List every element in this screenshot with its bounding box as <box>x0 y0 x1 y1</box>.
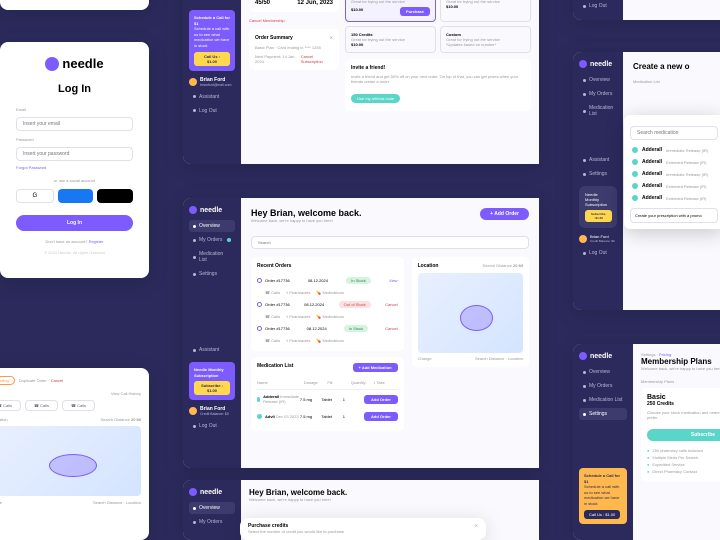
view-link[interactable]: View <box>389 278 398 283</box>
calls-tab[interactable]: ☎ Calls <box>25 400 58 411</box>
search-dropdown: AdderallImmediate Release (IR) AdderallE… <box>624 115 720 229</box>
password-input[interactable] <box>16 147 133 161</box>
nav-overview[interactable]: Overview <box>189 220 235 232</box>
logo: needle <box>579 60 617 68</box>
purchase-btn[interactable]: Purchase <box>400 7 430 16</box>
purchase-modal: Purchase credits✕ Select the number of c… <box>240 518 486 540</box>
nav-settings[interactable]: Settings <box>579 168 617 180</box>
change-link[interactable]: Change <box>0 500 2 505</box>
logo: needle <box>189 206 235 214</box>
referral-btn[interactable]: Use my referral code <box>351 94 400 103</box>
logo: needle <box>189 488 235 496</box>
cancel-link[interactable]: Cancel <box>385 326 397 331</box>
logo: needle <box>16 56 133 71</box>
nav-assistant[interactable]: Assistant <box>189 91 235 103</box>
call-us-btn[interactable]: Call Us : $1.00 <box>194 52 230 66</box>
nav-orders[interactable]: My Orders <box>579 380 627 392</box>
order-row: Order #1773608.12.2024Out of StockCancel <box>257 297 398 312</box>
call-us-btn[interactable]: Call Us : $1.00 <box>584 510 620 519</box>
greeting: Hey Brian, welcome back. <box>251 208 362 218</box>
map[interactable] <box>418 273 523 353</box>
cancel-sub[interactable]: Cancel Subscription <box>301 54 333 64</box>
nav-logout[interactable]: Log Out <box>189 420 235 432</box>
login-title: Log In <box>16 83 133 95</box>
cancel-membership[interactable]: Cancel Membership <box>249 18 339 23</box>
nav-orders[interactable]: My Orders <box>189 516 235 528</box>
search-result[interactable]: AdderallImmediate Release (IR) <box>630 144 718 156</box>
nav-orders[interactable]: My Orders <box>189 234 235 246</box>
nav-orders[interactable]: My Orders <box>579 88 617 100</box>
nav-overview[interactable]: Overview <box>189 502 235 514</box>
nav-assistant[interactable]: Assistant <box>579 154 617 166</box>
add-order-btn[interactable]: Add Order <box>364 395 397 404</box>
add-order-btn[interactable]: Add Order <box>364 412 397 421</box>
calls-tab[interactable]: ☎ Calls <box>62 400 95 411</box>
nav-settings[interactable]: Settings <box>579 408 627 420</box>
search-result[interactable]: AdderallExtended Release (IR) <box>630 180 718 192</box>
search-input[interactable] <box>251 236 529 249</box>
facebook-login[interactable] <box>58 189 94 203</box>
subscribe-btn[interactable]: Subscribe : $1.00 <box>194 381 230 395</box>
nav-overview[interactable]: Overview <box>579 74 617 86</box>
apple-login[interactable] <box>97 189 133 203</box>
med-row: Adderall Immediate Release (IR)7.5 mgTab… <box>257 390 398 408</box>
logo: needle <box>579 352 627 360</box>
nav-assistant[interactable]: Assistant <box>189 344 235 356</box>
calls-tab[interactable]: ☎ Calls <box>0 400 21 411</box>
register-link[interactable]: Register <box>89 239 104 244</box>
nav-medlist[interactable]: Medication List <box>579 102 617 120</box>
order-row: Order #1773608.12.2024In StockCancel <box>257 321 398 336</box>
close-icon[interactable]: ✕ <box>330 35 333 41</box>
nav-overview[interactable]: Overview <box>579 366 627 378</box>
nav-medlist[interactable]: Medication List <box>189 248 235 266</box>
history-link[interactable]: View Call History <box>111 391 141 396</box>
nav-medlist[interactable]: Medication List <box>579 394 627 406</box>
search-med-input[interactable] <box>630 126 718 140</box>
google-login[interactable]: G <box>16 189 54 203</box>
add-med-btn[interactable]: + Add Medication <box>353 363 398 372</box>
map[interactable] <box>0 426 141 496</box>
nav-logout[interactable]: Log Out <box>189 105 235 117</box>
close-icon[interactable]: ✕ <box>475 523 478 529</box>
nav-logout[interactable]: Log Out <box>579 0 617 12</box>
cancel-link[interactable]: Cancel <box>385 302 397 307</box>
med-row: Advil Dec 03 20237.5 mgTablet1Add Order <box>257 408 398 425</box>
email-input[interactable] <box>16 117 133 131</box>
login-button[interactable]: Log In <box>16 215 133 231</box>
order-row: Order #1773608.12.2024In StockView <box>257 273 398 288</box>
forgot-link[interactable]: Forgot Password <box>16 165 133 170</box>
nav-settings[interactable]: Settings <box>189 268 235 280</box>
subscribe-btn[interactable]: Subscribe <box>647 429 720 441</box>
search-result[interactable]: AdderallExtended Release (IR) <box>630 156 718 168</box>
search-result[interactable]: AdderallImmediate Release (IR) <box>630 168 718 180</box>
cancel-link[interactable]: Cancel <box>51 378 63 383</box>
change-link[interactable]: Change <box>418 356 432 361</box>
add-order-btn[interactable]: + Add Order <box>480 208 529 220</box>
subscribe-btn[interactable]: Subscribe : $1.00 <box>585 210 612 222</box>
nav-logout[interactable]: Log Out <box>579 247 617 259</box>
search-result[interactable]: AdderallExtended Release (IR) <box>630 192 718 204</box>
